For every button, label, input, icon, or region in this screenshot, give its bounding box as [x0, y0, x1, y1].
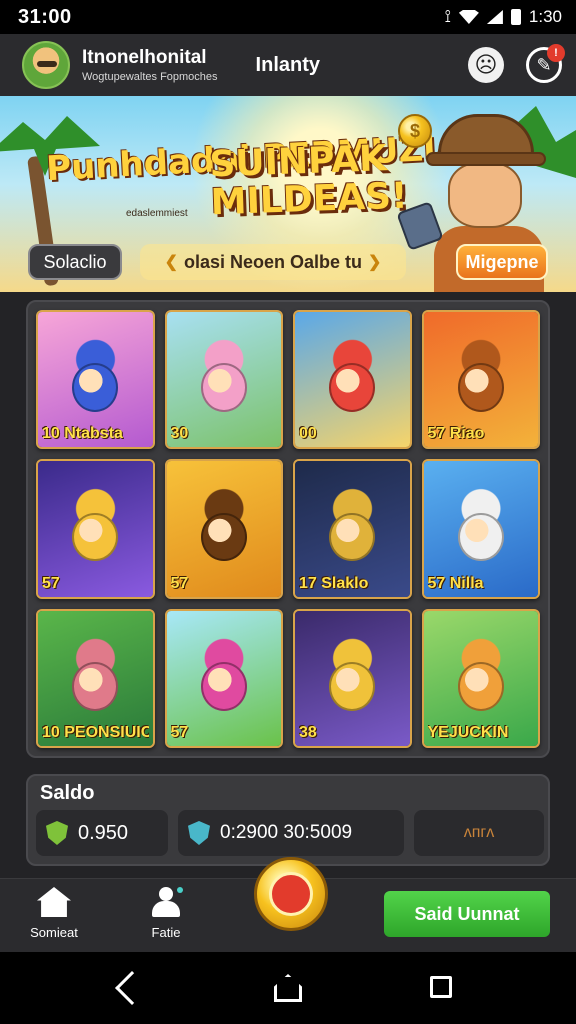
- app-header: Itnonelhonital Wogtupewaltes Fopmoches I…: [0, 34, 576, 96]
- strawberry-icon: [269, 872, 313, 916]
- game-grid: 10 Ntabsta 30 00 57 Riao 57 57 17 Slaklo 57 Nil…: [36, 310, 540, 748]
- status-bar: 31:00 ⟟ 1:30: [0, 0, 576, 34]
- system-nav-bar: [0, 952, 576, 1024]
- game-tile[interactable]: 10 Ntabsta: [36, 310, 155, 450]
- user-name: Itnonelhonital: [82, 47, 207, 68]
- game-tile[interactable]: 57: [164, 459, 283, 599]
- game-tile[interactable]: 57: [36, 459, 155, 599]
- balance-extra-text: ᴧᴨᴦᴧ: [463, 824, 495, 841]
- character-icon: [200, 363, 247, 413]
- character-icon: [200, 512, 247, 562]
- game-tile[interactable]: 00: [293, 310, 412, 450]
- status-battery-text: 1:30: [528, 7, 562, 26]
- game-tile-label: 00: [299, 425, 317, 443]
- verified-shield-icon: [188, 821, 210, 845]
- game-tile-label: 38: [299, 723, 317, 741]
- banner-secondary-button[interactable]: Solaclio: [28, 244, 122, 280]
- banner-marquee: ❮ olasi Neoen Oalbe tu ❯: [140, 244, 406, 280]
- game-tile-label: 57: [42, 574, 60, 592]
- status-icons: ⟟ 1:30: [445, 7, 562, 27]
- character-icon: [72, 363, 119, 413]
- page-title: Inlanty: [255, 53, 320, 76]
- game-tile-label: 57: [170, 574, 189, 592]
- home-button-icon[interactable]: [274, 974, 302, 1002]
- profile-icon: [149, 887, 183, 917]
- vibrate-icon: ⟟: [444, 7, 451, 26]
- character-icon: [329, 363, 376, 413]
- balance-amount[interactable]: 0.950: [36, 810, 168, 856]
- game-tile-label: 57: [170, 723, 189, 741]
- signal-icon: [486, 10, 503, 24]
- nav-home-label: Somieat: [30, 925, 78, 940]
- settings-button[interactable]: ✎ !: [526, 44, 565, 83]
- shield-icon: [46, 821, 68, 845]
- chevron-right-icon[interactable]: ❯: [368, 252, 381, 272]
- avatar[interactable]: [22, 41, 70, 89]
- battery-icon: [510, 9, 521, 25]
- game-tile[interactable]: 57: [164, 608, 283, 748]
- game-grid-panel: 10 Ntabsta 30 00 57 Riao 57 57 17 Slaklo 57 Nil…: [26, 300, 550, 758]
- game-tile[interactable]: 38: [293, 608, 412, 748]
- balance-panel: Saldo 0.950 0:2900 30:5009 ᴧᴨᴦᴧ: [26, 774, 550, 866]
- user-block: Itnonelhonital Wogtupewaltes Fopmoches: [82, 47, 218, 83]
- recent-apps-icon[interactable]: [430, 976, 452, 998]
- center-coin-button[interactable]: [254, 857, 328, 931]
- game-tile-label: 10 PEONSIUIC: [42, 723, 149, 741]
- game-tile-label: 57 Nilla: [427, 574, 484, 592]
- game-tile-label: 10 Ntabsta: [42, 425, 123, 443]
- profile-face-button[interactable]: ☹: [468, 47, 504, 83]
- character-icon: [329, 662, 376, 711]
- character-icon: [457, 662, 504, 711]
- character-icon: [72, 662, 119, 711]
- user-subtitle: Wogtupewaltes Fopmoches: [82, 71, 218, 83]
- game-tile[interactable]: 57 Nilla: [421, 459, 540, 599]
- notification-badge: !: [547, 44, 565, 62]
- nav-home[interactable]: Somieat: [14, 887, 94, 940]
- back-icon[interactable]: [115, 971, 149, 1005]
- bottom-nav: Somieat Fatie Said Uunnat: [0, 857, 576, 952]
- game-tile-label: YEJUCKIN: [427, 723, 509, 741]
- header-actions: ☹ ✎ !: [468, 44, 565, 83]
- send-button[interactable]: Said Uunnat: [384, 891, 550, 937]
- banner-cta-button[interactable]: Migepne: [456, 244, 548, 280]
- chevron-left-icon[interactable]: ❮: [165, 252, 178, 272]
- account-value: 0:2900 30:5009: [220, 822, 353, 843]
- app-screen: 31:00 ⟟ 1:30 Itnonelhonital Wogtupewalte…: [0, 0, 576, 1024]
- game-tile[interactable]: 10 PEONSIUIC: [36, 608, 155, 748]
- balance-title: Saldo: [40, 782, 95, 804]
- game-tile[interactable]: YEJUCKIN: [421, 608, 540, 748]
- banner-caption: edaslemmiest: [126, 208, 188, 219]
- character-icon: [457, 363, 504, 413]
- game-tile-label: 30: [170, 425, 189, 443]
- status-time: 31:00: [18, 5, 72, 28]
- game-tile-label: 57 Riao: [427, 425, 485, 443]
- wifi-icon: [458, 10, 479, 24]
- character-icon: [200, 662, 247, 711]
- balance-extra[interactable]: ᴧᴨᴦᴧ: [414, 810, 544, 856]
- account-number[interactable]: 0:2900 30:5009: [178, 810, 404, 856]
- game-tile[interactable]: 30: [164, 310, 283, 450]
- nav-favorites[interactable]: Fatie: [126, 887, 206, 940]
- sad-face-icon: ☹: [474, 52, 498, 77]
- marquee-text: olasi Neoen Oalbe tu: [183, 251, 363, 272]
- game-tile[interactable]: 17 Slaklo: [293, 459, 412, 599]
- game-tile[interactable]: 57 Riao: [421, 310, 540, 450]
- character-icon: [457, 512, 504, 562]
- home-icon: [37, 887, 71, 917]
- nav-fave-label: Fatie: [151, 925, 181, 940]
- game-tile-label: 17 Slaklo: [299, 574, 369, 592]
- balance-value: 0.950: [78, 821, 129, 844]
